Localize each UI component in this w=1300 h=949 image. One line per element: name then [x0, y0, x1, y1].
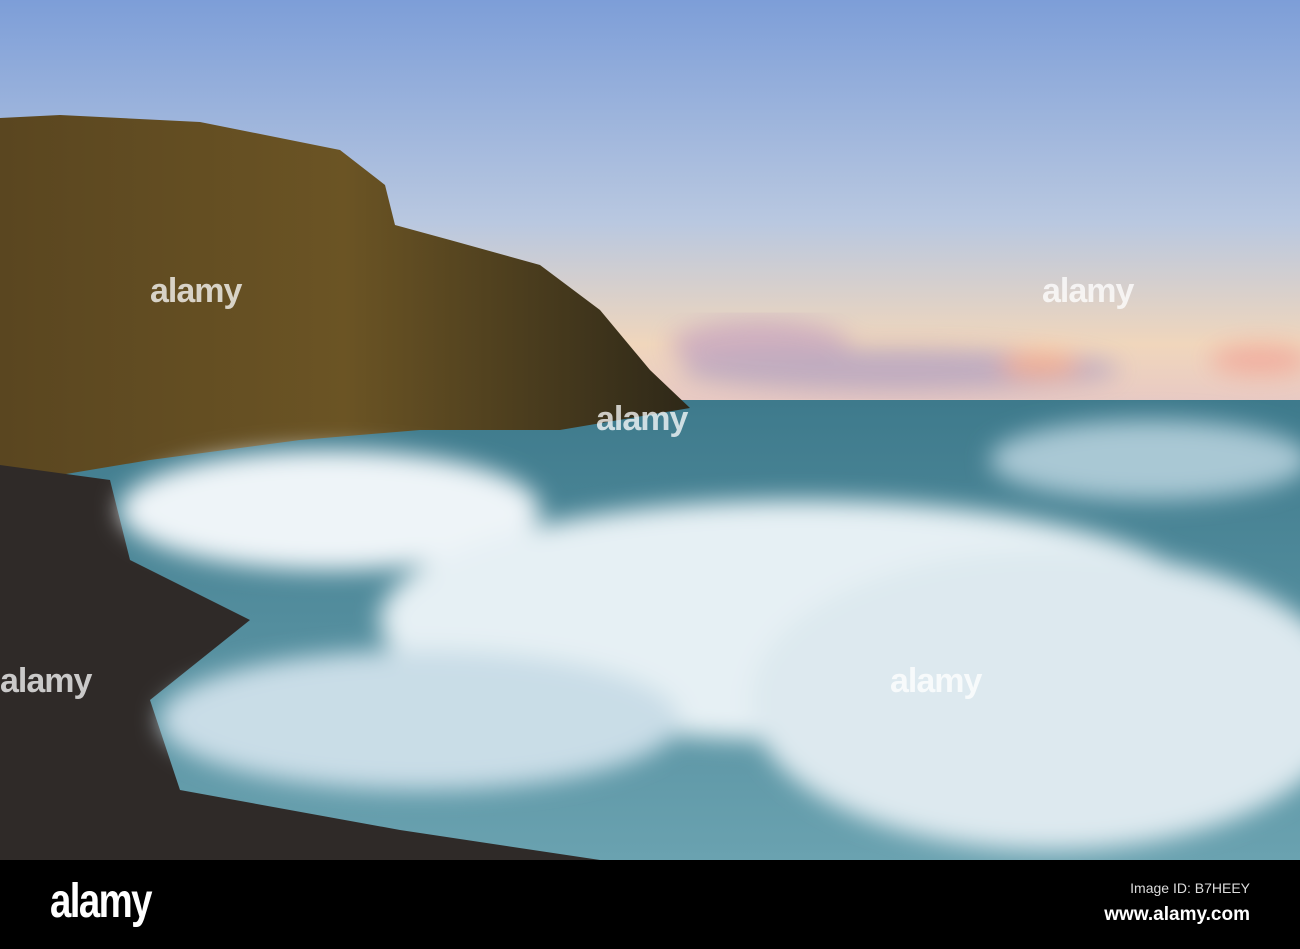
watermark: alamy: [150, 272, 242, 310]
watermark: alamy: [1042, 272, 1134, 310]
watermark: alamy: [0, 662, 92, 700]
watermark: alamy: [890, 662, 982, 700]
site-url: www.alamy.com: [1104, 904, 1250, 925]
alamy-logo: alamy: [50, 875, 152, 928]
footer-bar: alamy Image ID: B7HEEY www.alamy.com: [0, 860, 1300, 949]
watermark: alamy: [596, 400, 688, 438]
image-id: Image ID: B7HEEY: [1130, 880, 1250, 896]
